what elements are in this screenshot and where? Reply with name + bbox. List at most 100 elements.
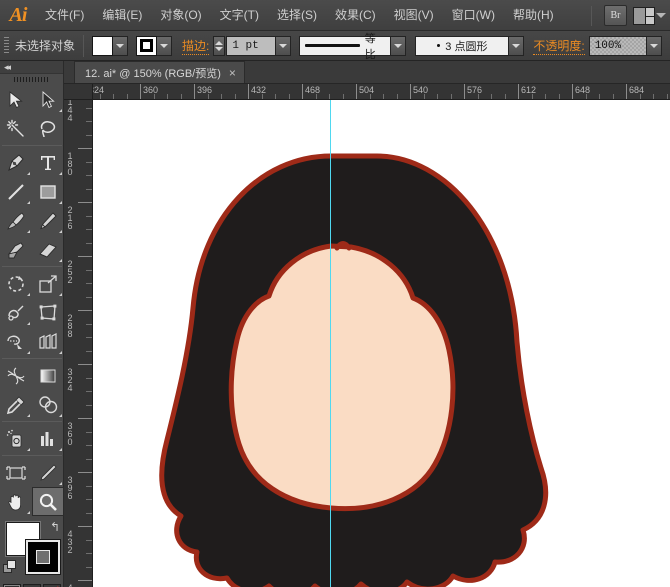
- free-transform-tool[interactable]: [32, 298, 64, 327]
- ruler-label: 468: [65, 583, 75, 587]
- menu-file[interactable]: 文件(F): [36, 0, 93, 31]
- ruler-minor-tick: [86, 378, 92, 379]
- tools-panel-header[interactable]: ◂◂: [0, 61, 63, 74]
- blend-tool[interactable]: [32, 390, 64, 419]
- tool-divider: [2, 421, 62, 422]
- magnifier-icon: [38, 492, 58, 512]
- bridge-button[interactable]: Br: [604, 5, 627, 26]
- stroke-profile-dropdown-button[interactable]: [391, 36, 406, 56]
- tools-panel-grip[interactable]: [0, 74, 63, 85]
- ruler-minor-tick: [545, 94, 546, 99]
- width-tool[interactable]: [0, 298, 32, 327]
- chevron-down-icon: [116, 44, 124, 48]
- lasso-tool[interactable]: [32, 114, 64, 143]
- column-graph-tool[interactable]: [32, 424, 64, 453]
- pen-tool[interactable]: [0, 148, 32, 177]
- ruler-minor-tick: [86, 567, 92, 568]
- ruler-minor-tick: [86, 121, 92, 122]
- ruler-minor-tick: [86, 189, 92, 190]
- zoom-tool[interactable]: [32, 487, 64, 516]
- stroke-weight-stepper[interactable]: [213, 36, 225, 56]
- ruler-minor-tick: [86, 297, 92, 298]
- selection-tool[interactable]: [0, 85, 32, 114]
- ruler-tick: [78, 256, 92, 257]
- type-t-icon: [39, 154, 57, 172]
- free-transform-icon: [38, 303, 58, 323]
- eraser-icon: [38, 240, 58, 260]
- stroke-color-control[interactable]: [136, 36, 172, 56]
- rectangle-tool[interactable]: [32, 177, 64, 206]
- toolbar-stroke-swatch[interactable]: [26, 540, 60, 574]
- brush-definition-select[interactable]: 3 点圆形: [415, 36, 509, 56]
- stroke-weight-input[interactable]: 1 pt: [226, 36, 276, 56]
- menu-edit[interactable]: 编辑(E): [93, 0, 151, 31]
- tool-flyout-indicator: [27, 322, 30, 325]
- stepper-down-icon[interactable]: [215, 47, 223, 51]
- stroke-dropdown-button[interactable]: [157, 36, 172, 56]
- tool-flyout-indicator: [27, 293, 30, 296]
- rectangle-icon: [39, 183, 57, 201]
- ruler-label: 612: [518, 85, 536, 95]
- opacity-input[interactable]: 100%: [589, 36, 647, 56]
- ruler-minor-tick: [613, 94, 614, 99]
- ruler-tick: [78, 364, 92, 365]
- ruler-minor-tick: [113, 94, 114, 99]
- paintbrush-tool[interactable]: [0, 206, 32, 235]
- brush-definition-dropdown-button[interactable]: [509, 36, 524, 56]
- menu-effect[interactable]: 效果(C): [326, 0, 385, 31]
- stroke-weight-dropdown-button[interactable]: [276, 36, 291, 56]
- line-segment-tool[interactable]: [0, 177, 32, 206]
- ruler-minor-tick: [559, 94, 560, 99]
- ruler-corner[interactable]: [64, 84, 93, 100]
- close-icon[interactable]: ×: [229, 67, 236, 79]
- blob-brush-tool[interactable]: [0, 235, 32, 264]
- collapse-panel-icon[interactable]: ◂◂: [4, 62, 9, 73]
- direct-selection-tool[interactable]: [32, 85, 64, 114]
- width-warp-icon: [6, 303, 26, 323]
- fill-color-control[interactable]: [92, 36, 128, 56]
- stepper-up-icon[interactable]: [215, 41, 223, 45]
- fill-color-swatch[interactable]: [92, 36, 113, 56]
- symbol-sprayer-tool[interactable]: [0, 424, 32, 453]
- fill-dropdown-button[interactable]: [113, 36, 128, 56]
- pencil-tool[interactable]: [32, 206, 64, 235]
- shape-builder-tool[interactable]: [0, 327, 32, 356]
- magic-wand-tool[interactable]: [0, 114, 32, 143]
- ruler-minor-tick: [640, 94, 641, 99]
- slice-tool[interactable]: [32, 458, 64, 487]
- artboard-canvas[interactable]: [93, 100, 670, 587]
- ruler-minor-tick: [316, 94, 317, 99]
- menu-help[interactable]: 帮助(H): [504, 0, 563, 31]
- gradient-tool[interactable]: [32, 361, 64, 390]
- menu-window[interactable]: 窗口(W): [443, 0, 504, 31]
- hand-tool[interactable]: [0, 487, 32, 516]
- type-tool[interactable]: [32, 148, 64, 177]
- vertical-ruler[interactable]: 144180216252288324360396432468: [64, 100, 93, 587]
- horizontal-ruler[interactable]: 324360396432468504540576612648684: [93, 84, 670, 100]
- cartoon-face-illustration[interactable]: [93, 100, 670, 587]
- stroke-weight-label[interactable]: 描边:: [182, 37, 209, 55]
- scale-tool[interactable]: [32, 269, 64, 298]
- menu-object[interactable]: 对象(O): [151, 0, 210, 31]
- workspace-switcher-button[interactable]: [633, 7, 666, 25]
- control-bar-grip[interactable]: [4, 37, 9, 55]
- artboard-tool[interactable]: [0, 458, 32, 487]
- ruler-label: 180: [65, 151, 75, 175]
- perspective-grid-tool[interactable]: [32, 327, 64, 356]
- mesh-tool[interactable]: [0, 361, 32, 390]
- vertical-guide[interactable]: [330, 100, 331, 587]
- menu-select[interactable]: 选择(S): [268, 0, 326, 31]
- swap-fill-stroke-icon[interactable]: ↰: [50, 520, 60, 534]
- default-fill-stroke-icon[interactable]: [3, 560, 17, 574]
- stroke-color-swatch[interactable]: [136, 36, 157, 56]
- menu-view[interactable]: 视图(V): [385, 0, 443, 31]
- opacity-label[interactable]: 不透明度:: [533, 37, 584, 55]
- ruler-label: 468: [302, 85, 320, 95]
- menu-type[interactable]: 文字(T): [211, 0, 268, 31]
- opacity-dropdown-button[interactable]: [647, 36, 662, 56]
- eyedropper-tool[interactable]: [0, 390, 32, 419]
- stroke-profile-select[interactable]: 等比: [299, 36, 391, 56]
- eraser-tool[interactable]: [32, 235, 64, 264]
- document-tab[interactable]: 12. ai* @ 150% (RGB/预览) ×: [74, 61, 245, 83]
- rotate-tool[interactable]: [0, 269, 32, 298]
